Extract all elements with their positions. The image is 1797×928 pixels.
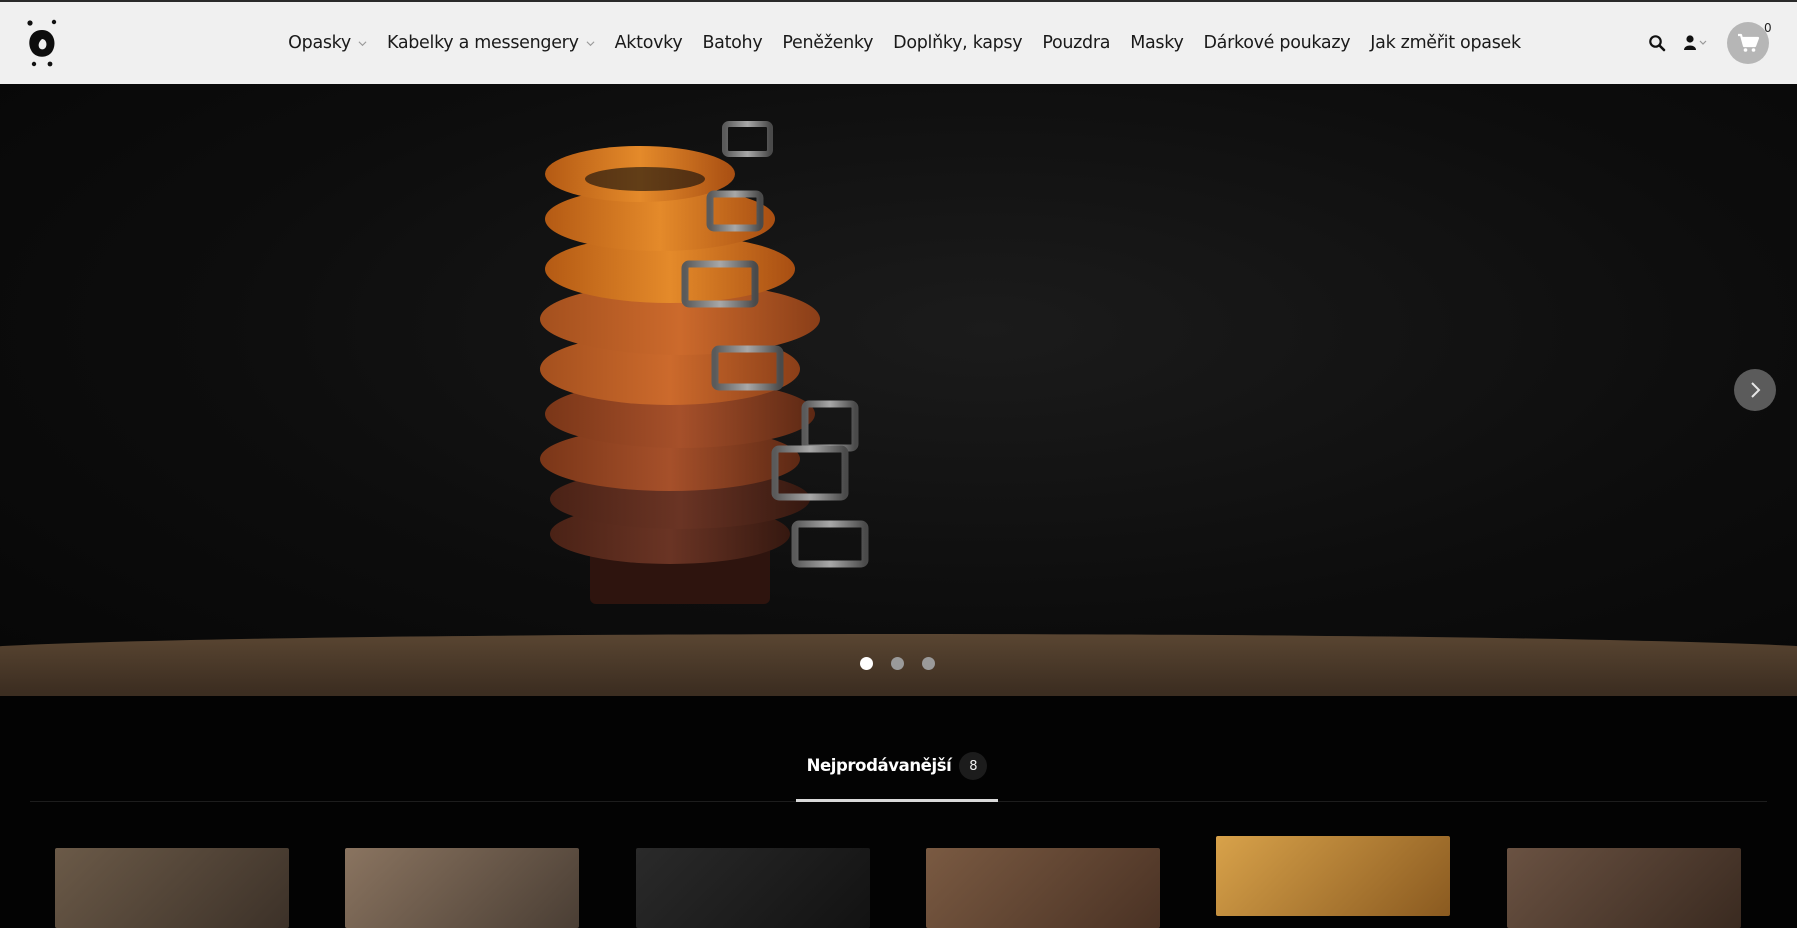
nav-item-label: Doplňky, kapsy	[893, 33, 1023, 53]
nav-item-darkove-poukazy[interactable]: Dárkové poukazy	[1204, 33, 1351, 53]
tab-count-badge: 8	[959, 752, 988, 780]
product-card[interactable]	[926, 848, 1160, 928]
nav-item-pouzdra[interactable]: Pouzdra	[1042, 33, 1110, 53]
tab-bestsellers[interactable]: Nejprodávanější 8	[796, 746, 998, 802]
cart-button[interactable]	[1727, 22, 1769, 64]
site-header: Opasky Kabelky a messengery Aktovky Bato…	[0, 2, 1797, 84]
user-icon[interactable]	[1683, 34, 1713, 52]
product-card[interactable]	[345, 848, 579, 928]
hero-next-button[interactable]	[1734, 369, 1776, 411]
nav-item-label: Masky	[1130, 33, 1184, 53]
slider-dot-3[interactable]	[922, 657, 935, 670]
nav-item-label: Kabelky a messengery	[386, 33, 579, 53]
main-navigation: Opasky Kabelky a messengery Aktovky Bato…	[0, 2, 1797, 84]
tab-active-underline	[796, 799, 998, 802]
belts-stack-image	[540, 121, 869, 604]
product-card[interactable]	[1507, 848, 1741, 928]
nav-item-label: Pouzdra	[1042, 33, 1111, 53]
nav-item-masky[interactable]: Masky	[1130, 33, 1184, 53]
tab-label: Nejprodávanější	[806, 756, 952, 775]
chevron-down-icon	[586, 40, 595, 46]
product-grid	[0, 836, 1797, 928]
product-card[interactable]	[1216, 836, 1450, 916]
nav-item-opasky[interactable]: Opasky	[288, 33, 367, 53]
slider-dot-1[interactable]	[860, 657, 873, 670]
slider-dot-2[interactable]	[891, 657, 904, 670]
product-card[interactable]	[636, 848, 870, 928]
nav-item-aktovky[interactable]: Aktovky	[615, 33, 683, 53]
nav-item-jak-zmerit[interactable]: Jak změřit opasek	[1370, 33, 1521, 53]
cart-count-badge: 0	[1764, 21, 1772, 35]
nav-item-penezenky[interactable]: Peněženky	[782, 33, 873, 53]
nav-item-label: Dárkové poukazy	[1203, 33, 1351, 53]
nav-item-label: Batohy	[702, 33, 763, 53]
bestsellers-section: Nejprodávanější 8	[0, 696, 1797, 928]
nav-item-label: Aktovky	[614, 33, 683, 53]
chevron-right-icon	[1751, 382, 1761, 398]
slider-pagination	[860, 657, 935, 670]
cart-icon	[1738, 33, 1760, 52]
product-card[interactable]	[55, 848, 289, 928]
nav-item-label: Opasky	[288, 33, 351, 53]
nav-item-batohy[interactable]: Batohy	[702, 33, 762, 53]
nav-item-doplnky[interactable]: Doplňky, kapsy	[893, 33, 1022, 53]
nav-item-label: Jak změřit opasek	[1370, 33, 1521, 53]
nav-item-label: Peněženky	[782, 33, 874, 53]
nav-item-kabelky[interactable]: Kabelky a messengery	[387, 33, 595, 53]
search-icon[interactable]	[1648, 34, 1666, 52]
chevron-down-icon	[358, 40, 367, 46]
hero-slider	[0, 84, 1797, 696]
